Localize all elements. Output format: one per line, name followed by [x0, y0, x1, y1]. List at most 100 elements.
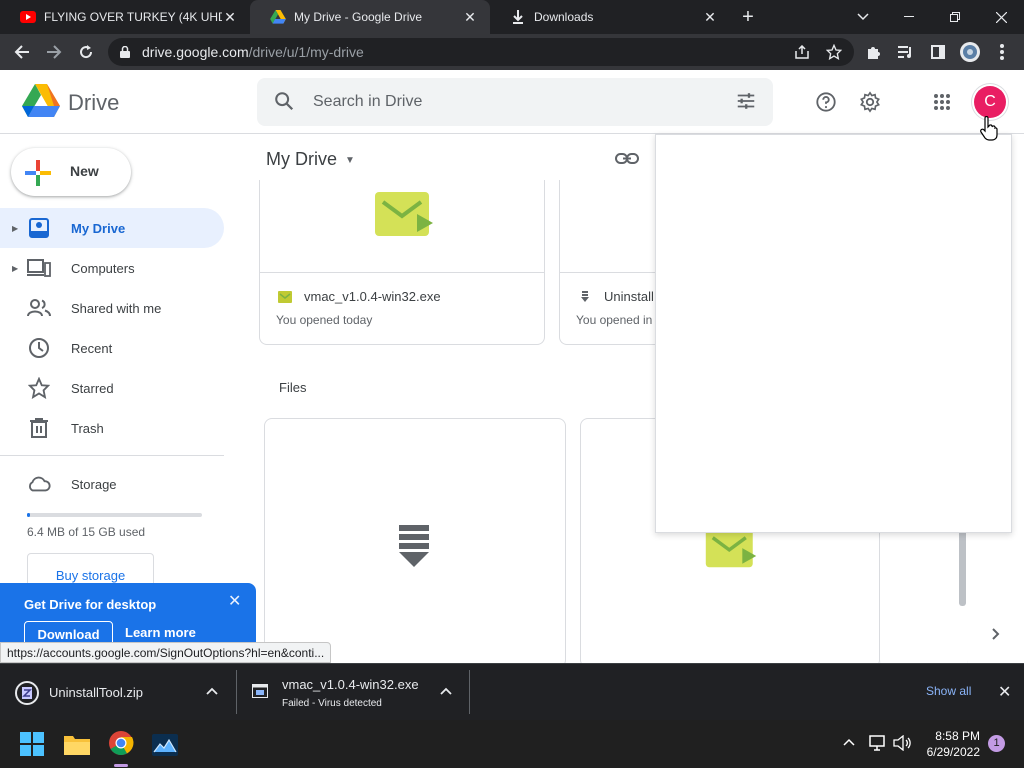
- arrow-left-icon: [14, 45, 29, 59]
- close-icon[interactable]: ✕: [222, 9, 238, 25]
- tab-title: FLYING OVER TURKEY (4K UHD): [44, 10, 222, 24]
- browser-tab-strip: FLYING OVER TURKEY (4K UHD) ✕ My Drive -…: [0, 0, 1024, 34]
- notification-badge[interactable]: 1: [988, 735, 1005, 752]
- chrome-icon[interactable]: [108, 730, 134, 756]
- download-item[interactable]: UninstallTool.zip: [0, 664, 236, 721]
- download-file-name: UninstallTool.zip: [49, 685, 143, 700]
- files-section-label: Files: [279, 380, 307, 395]
- windows-start-icon[interactable]: [20, 732, 44, 756]
- close-icon[interactable]: ✕: [998, 682, 1011, 702]
- window-close-button[interactable]: [978, 0, 1024, 34]
- profile-avatar-icon: [960, 42, 980, 62]
- playlist-icon: [898, 46, 911, 58]
- sidebar-item-storage[interactable]: Storage: [0, 464, 224, 504]
- more-vert-icon: [1000, 44, 1004, 60]
- search-bar[interactable]: Search in Drive: [257, 78, 773, 126]
- chevron-right-icon[interactable]: [988, 626, 1004, 642]
- app-name[interactable]: Drive: [68, 90, 119, 116]
- file-name: Uninstall: [604, 289, 654, 304]
- exe-file-icon: [278, 291, 292, 303]
- search-input[interactable]: Search in Drive: [313, 93, 422, 111]
- chevron-up-icon[interactable]: [843, 738, 855, 746]
- reload-button[interactable]: [72, 38, 100, 66]
- side-panel-button[interactable]: [924, 38, 952, 66]
- my-drive-icon: [27, 217, 51, 239]
- status-bubble-url: https://accounts.google.com/SignOutOptio…: [0, 642, 332, 663]
- hand-cursor-icon: [980, 116, 998, 141]
- extensions-button[interactable]: [860, 38, 888, 66]
- volume-icon[interactable]: [893, 735, 911, 751]
- chrome-menu-button[interactable]: [988, 38, 1016, 66]
- active-app-indicator: [114, 764, 128, 767]
- browser-toolbar: drive.google.com/drive/u/1/my-drive: [0, 34, 1024, 70]
- tab-downloads[interactable]: Downloads ✕: [490, 0, 730, 34]
- sidebar-item-label: Computers: [71, 260, 135, 276]
- account-popup: [655, 134, 1012, 533]
- my-drive-heading[interactable]: My Drive ▼: [266, 149, 355, 170]
- address-bar[interactable]: drive.google.com/drive/u/1/my-drive: [108, 38, 854, 66]
- help-icon[interactable]: [814, 90, 838, 114]
- tab-search-button[interactable]: [840, 0, 886, 34]
- back-button[interactable]: [8, 38, 36, 66]
- storage-usage-bar: [27, 513, 202, 517]
- sidebar-item-label: Storage: [71, 476, 117, 492]
- exe-file-icon: [252, 684, 268, 698]
- trash-icon: [27, 417, 51, 439]
- forward-button[interactable]: [40, 38, 68, 66]
- system-clock[interactable]: 8:58 PM 6/29/2022: [916, 728, 980, 760]
- file-card[interactable]: [264, 418, 566, 668]
- cloud-icon: [27, 473, 51, 495]
- network-icon[interactable]: [869, 735, 887, 751]
- zip-archive-icon: [15, 681, 39, 705]
- divider: [260, 272, 544, 273]
- close-icon[interactable]: ✕: [702, 9, 718, 25]
- chevron-up-icon[interactable]: [206, 684, 218, 698]
- page-title: My Drive: [266, 149, 337, 169]
- promo-learn-more-link[interactable]: Learn more: [125, 625, 196, 640]
- divider: [0, 455, 224, 456]
- close-icon[interactable]: ✕: [462, 9, 478, 25]
- sidebar-item-label: Recent: [71, 340, 113, 356]
- google-apps-icon[interactable]: [930, 90, 954, 114]
- computers-icon: [27, 257, 51, 279]
- minimize-button[interactable]: [886, 0, 932, 34]
- tab-youtube[interactable]: FLYING OVER TURKEY (4K UHD) ✕: [0, 0, 250, 34]
- close-icon[interactable]: ✕: [228, 591, 241, 611]
- file-explorer-icon[interactable]: [64, 732, 90, 758]
- clock-time: 8:58 PM: [935, 729, 980, 743]
- lock-icon: [120, 46, 130, 58]
- tab-title: Downloads: [534, 10, 594, 24]
- sidebar-item-label: Shared with me: [71, 300, 162, 316]
- account-avatar[interactable]: C: [974, 86, 1006, 118]
- settings-gear-icon[interactable]: [858, 90, 882, 114]
- scrollbar-thumb[interactable]: [959, 530, 966, 606]
- sidebar-item-starred[interactable]: Starred: [0, 368, 224, 408]
- search-icon[interactable]: [273, 90, 295, 112]
- quick-access-card[interactable]: vmac_v1.0.4-win32.exe You opened today: [259, 180, 545, 345]
- expand-caret-icon[interactable]: ▶: [12, 264, 18, 273]
- download-item[interactable]: vmac_v1.0.4-win32.exe Failed - Virus det…: [237, 664, 469, 721]
- sidebar-item-shared-with-me[interactable]: Shared with me: [0, 288, 224, 328]
- drive-logo-icon[interactable]: [22, 84, 60, 118]
- link-icon[interactable]: [615, 148, 639, 170]
- restore-button[interactable]: [932, 0, 978, 34]
- tab-title: My Drive - Google Drive: [294, 10, 423, 24]
- profile-button[interactable]: [956, 38, 984, 66]
- new-tab-button[interactable]: +: [738, 7, 758, 27]
- drive-icon: [270, 9, 286, 25]
- photos-app-icon[interactable]: [152, 732, 178, 758]
- new-button[interactable]: New: [11, 148, 131, 196]
- chevron-up-icon[interactable]: [440, 684, 452, 698]
- share-icon[interactable]: [794, 45, 810, 59]
- expand-caret-icon[interactable]: ▶: [12, 224, 18, 233]
- star-icon: [27, 377, 51, 399]
- media-button[interactable]: [892, 38, 920, 66]
- show-all-downloads-link[interactable]: Show all: [926, 684, 971, 698]
- tab-google-drive[interactable]: My Drive - Google Drive ✕: [250, 0, 490, 34]
- search-options-icon[interactable]: [735, 90, 757, 112]
- sidebar-item-computers[interactable]: ▶ Computers: [0, 248, 224, 288]
- sidebar-item-recent[interactable]: Recent: [0, 328, 224, 368]
- sidebar-item-my-drive[interactable]: ▶ My Drive: [0, 208, 224, 248]
- sidebar-item-trash[interactable]: Trash: [0, 408, 224, 448]
- star-icon[interactable]: [826, 44, 842, 60]
